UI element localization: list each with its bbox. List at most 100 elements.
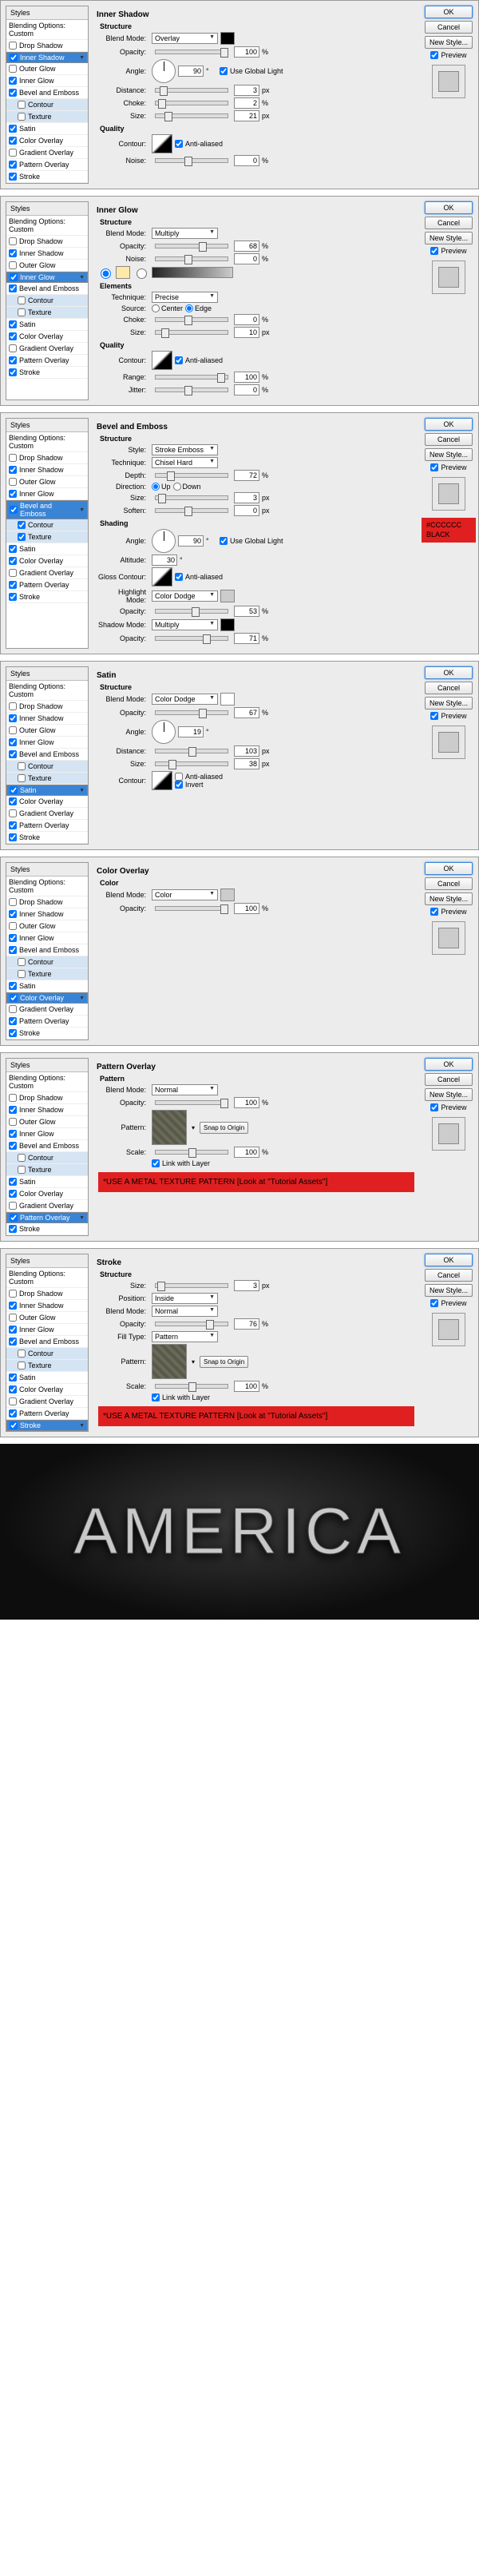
slider-thumb[interactable] <box>168 760 176 769</box>
slider-thumb[interactable] <box>184 386 192 396</box>
number-input[interactable]: 3 <box>234 492 259 503</box>
checkbox[interactable] <box>10 1214 18 1222</box>
checkbox[interactable] <box>18 101 26 109</box>
slider[interactable] <box>155 1322 228 1326</box>
sidebar-item-contour[interactable]: Contour <box>6 1152 88 1164</box>
number-input[interactable]: 100 <box>234 372 259 383</box>
checkbox[interactable] <box>9 1178 17 1186</box>
color-swatch[interactable] <box>220 888 235 901</box>
slider[interactable] <box>155 1150 228 1155</box>
number-input[interactable]: 53 <box>234 606 259 617</box>
sidebar-item-gradoverlay[interactable]: Gradient Overlay <box>6 1004 88 1016</box>
slider-thumb[interactable] <box>206 1320 214 1330</box>
checkbox[interactable] <box>9 77 17 85</box>
sidebar-item-oglow[interactable]: Outer Glow <box>6 63 88 75</box>
checkbox[interactable] <box>9 1130 17 1138</box>
anti-aliased[interactable]: Anti-aliased <box>175 773 223 781</box>
new-style-button[interactable]: New Style... <box>425 36 473 49</box>
color-swatch[interactable] <box>220 618 235 631</box>
contour-picker[interactable] <box>152 351 172 370</box>
slider-thumb[interactable] <box>192 607 200 617</box>
sidebar-item-inshadow[interactable]: Inner Shadow <box>6 52 88 63</box>
slider-thumb[interactable] <box>167 471 175 481</box>
sidebar-item-blending[interactable]: Blending Options: Custom <box>6 1268 88 1288</box>
slider-thumb[interactable] <box>220 904 228 914</box>
sidebar-item-texture[interactable]: Texture <box>6 968 88 980</box>
sidebar-item-gradoverlay[interactable]: Gradient Overlay <box>6 567 88 579</box>
checkbox[interactable] <box>9 922 17 930</box>
checkbox[interactable] <box>175 773 183 781</box>
number-input[interactable]: 21 <box>234 110 259 121</box>
checkbox[interactable] <box>9 1326 17 1334</box>
radio[interactable] <box>173 483 181 491</box>
contour-picker[interactable] <box>152 567 172 586</box>
dropdown[interactable]: Normal <box>152 1306 218 1317</box>
sidebar-item-patoverlay[interactable]: Pattern Overlay <box>6 1212 88 1223</box>
sidebar-item-blending[interactable]: Blending Options: Custom <box>6 432 88 452</box>
slider-thumb[interactable] <box>161 328 169 338</box>
number-input[interactable]: 72 <box>234 470 259 481</box>
new-style-button[interactable]: New Style... <box>425 448 473 461</box>
color-swatch[interactable] <box>220 590 235 602</box>
checkbox[interactable] <box>9 149 17 157</box>
preview-checkbox[interactable]: Preview <box>430 1103 466 1111</box>
slider[interactable] <box>155 609 228 614</box>
sidebar-item-gradoverlay[interactable]: Gradient Overlay <box>6 1396 88 1408</box>
sidebar-item-blending[interactable]: Blending Options: Custom <box>6 877 88 896</box>
sidebar-item-iglow[interactable]: Inner Glow <box>6 1324 88 1336</box>
preview-checkbox[interactable]: Preview <box>430 712 466 720</box>
checkbox[interactable] <box>9 898 17 906</box>
use-global-light[interactable]: Use Global Light <box>220 67 283 75</box>
checkbox[interactable] <box>9 344 17 352</box>
slider[interactable] <box>155 1100 228 1105</box>
cancel-button[interactable]: Cancel <box>425 682 473 694</box>
sidebar-item-blending[interactable]: Blending Options: Custom <box>6 1072 88 1092</box>
sidebar-item-satin[interactable]: Satin <box>6 319 88 331</box>
checkbox[interactable] <box>9 173 17 181</box>
checkbox[interactable] <box>9 833 17 841</box>
checkbox[interactable] <box>9 1225 17 1233</box>
dropdown[interactable]: Precise <box>152 292 218 303</box>
checkbox[interactable] <box>9 1302 17 1310</box>
checkbox[interactable] <box>18 762 26 770</box>
dropdown[interactable]: Normal <box>152 1084 218 1095</box>
use-global-light[interactable]: Use Global Light <box>220 537 283 545</box>
cancel-button[interactable]: Cancel <box>425 21 473 34</box>
checkbox[interactable] <box>9 284 17 292</box>
slider[interactable] <box>155 330 228 335</box>
sidebar-item-coloroverlay[interactable]: Color Overlay <box>6 796 88 808</box>
slider-thumb[interactable] <box>164 112 172 121</box>
checkbox[interactable] <box>9 569 17 577</box>
checkbox[interactable] <box>9 237 17 245</box>
sidebar-item-coloroverlay[interactable]: Color Overlay <box>6 1188 88 1200</box>
slider-thumb[interactable] <box>188 1382 196 1392</box>
sidebar-item-iglow[interactable]: Inner Glow <box>6 932 88 944</box>
sidebar-item-texture[interactable]: Texture <box>6 1360 88 1372</box>
checkbox[interactable] <box>220 537 228 545</box>
checkbox[interactable] <box>9 65 17 73</box>
dropdown[interactable]: Color Dodge <box>152 590 218 602</box>
radio[interactable] <box>152 304 160 312</box>
checkbox[interactable] <box>175 781 183 789</box>
number-input[interactable]: 10 <box>234 327 259 338</box>
sidebar-item-bevel[interactable]: Bevel and Emboss <box>6 1336 88 1348</box>
checkbox[interactable] <box>9 89 17 97</box>
slider-thumb[interactable] <box>220 48 228 58</box>
ok-button[interactable]: OK <box>425 6 473 18</box>
sidebar-item-bevel[interactable]: Bevel and Emboss <box>6 283 88 295</box>
dropdown[interactable]: Chisel Hard <box>152 457 218 468</box>
ok-button[interactable]: OK <box>425 201 473 214</box>
slider-thumb[interactable] <box>188 1148 196 1158</box>
checkbox[interactable] <box>10 506 18 514</box>
checkbox[interactable] <box>152 1393 160 1401</box>
checkbox[interactable] <box>10 54 18 62</box>
preview-checkbox[interactable]: Preview <box>430 908 466 916</box>
slider[interactable] <box>155 1283 228 1288</box>
checkbox[interactable] <box>9 593 17 601</box>
color-swatch[interactable] <box>116 266 130 279</box>
slider[interactable] <box>155 710 228 715</box>
slider-thumb[interactable] <box>184 316 192 325</box>
new-style-button[interactable]: New Style... <box>425 1284 473 1297</box>
sidebar-item-satin[interactable]: Satin <box>6 1176 88 1188</box>
ok-button[interactable]: OK <box>425 1254 473 1266</box>
